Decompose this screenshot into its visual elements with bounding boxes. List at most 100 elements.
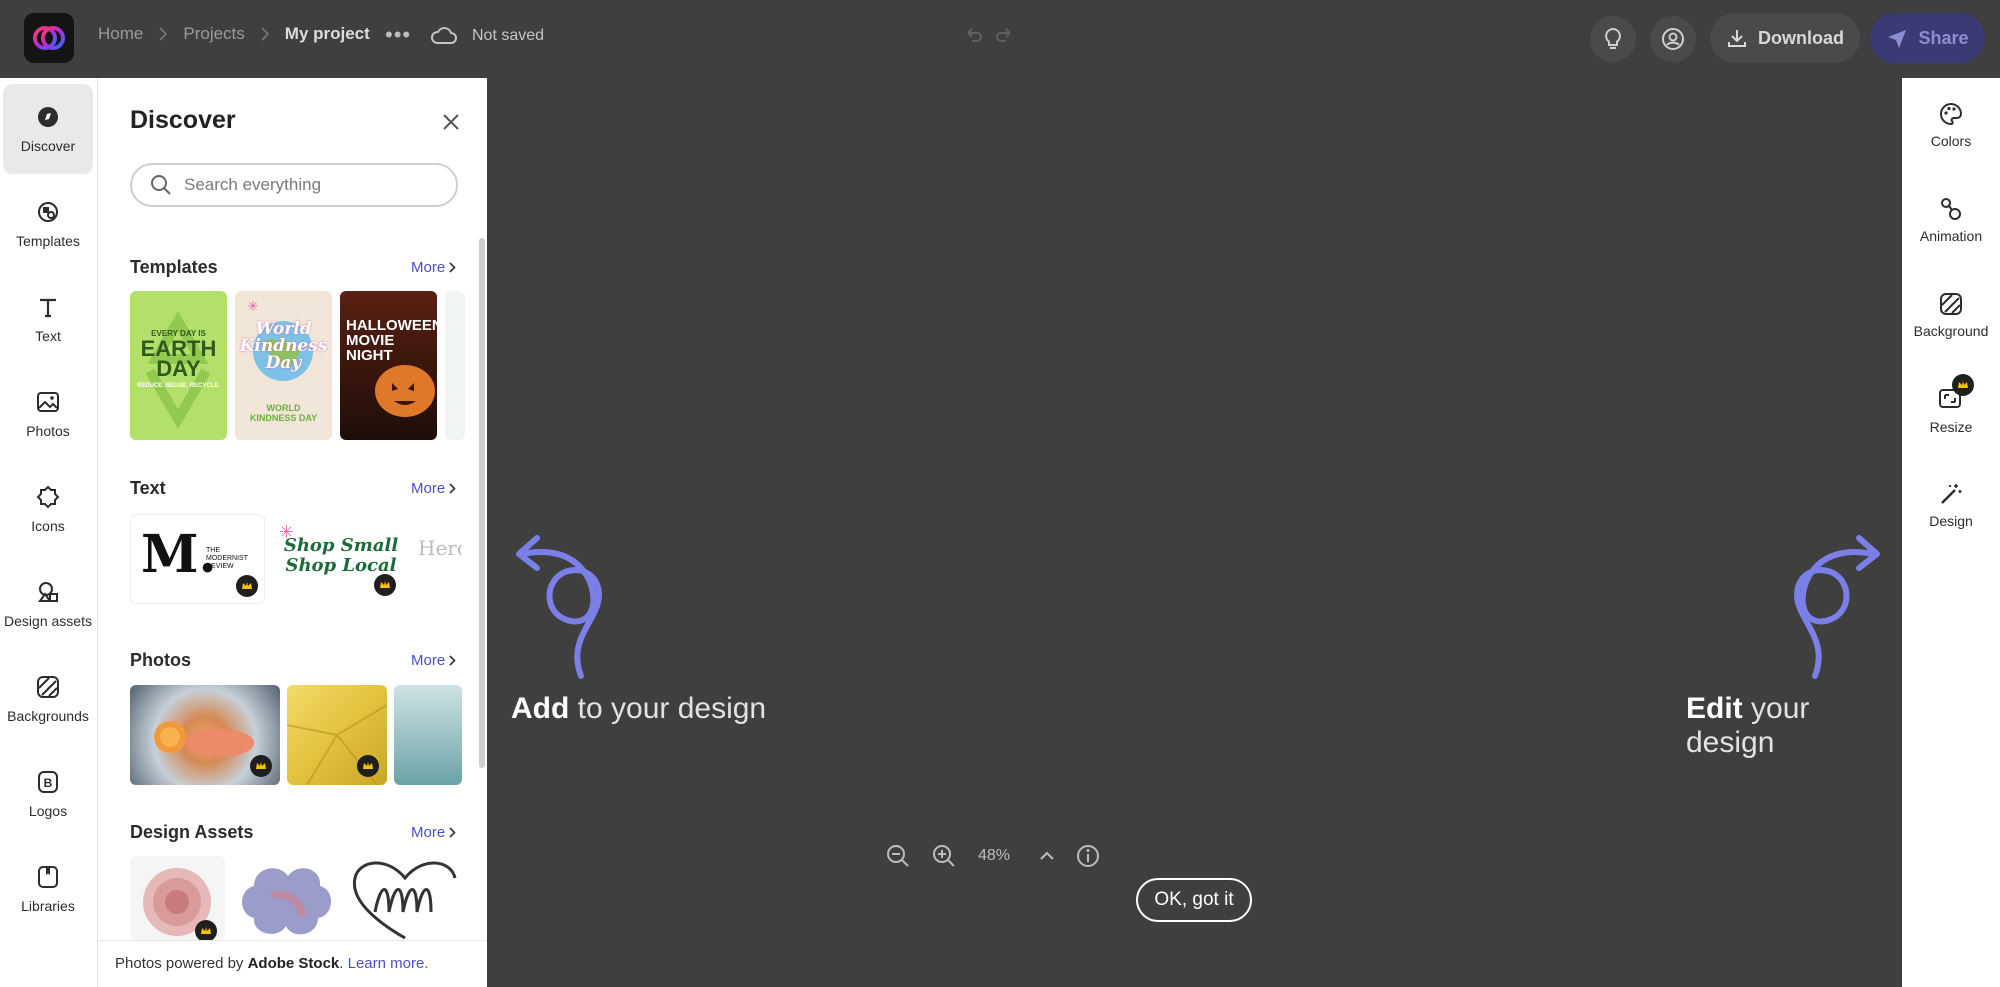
templates-icon (35, 199, 61, 225)
search-input[interactable] (184, 175, 424, 195)
footer-prefix: Photos powered by (115, 955, 248, 972)
text-style-main: Hero (418, 536, 462, 560)
template-text: REDUCE. REUSE. RECYCLE. (136, 383, 220, 389)
more-label: More (411, 652, 446, 669)
asset-heart-line[interactable] (347, 856, 462, 940)
rail-item-text[interactable]: Text (3, 274, 93, 364)
rail-item-label: Backgrounds (7, 708, 89, 724)
creative-cloud-icon (33, 26, 65, 50)
breadcrumb: Home Projects My project (98, 24, 370, 44)
photo-icon (35, 389, 61, 415)
rail-item-colors[interactable]: Colors (1902, 85, 2000, 165)
premium-crown-icon (250, 755, 272, 777)
premium-crown-icon (195, 920, 217, 940)
chevron-right-icon (155, 27, 171, 41)
undo-icon[interactable] (960, 24, 984, 53)
rail-item-label: Photos (26, 423, 70, 439)
app-logo[interactable] (24, 13, 74, 63)
design-assets-more-link[interactable]: More (411, 824, 456, 841)
rail-item-discover[interactable]: Discover (3, 84, 93, 174)
zoom-out-icon[interactable] (886, 844, 910, 868)
zoom-level[interactable]: 48% (978, 847, 1018, 865)
rail-item-design[interactable]: Design (1902, 465, 2000, 545)
save-status: Not saved (472, 27, 545, 44)
rail-item-resize[interactable]: Resize (1902, 370, 2000, 450)
section-title-text: Text (130, 478, 166, 498)
asset-cloud-shape[interactable] (232, 856, 340, 940)
rail-item-icons[interactable]: Icons (3, 464, 93, 554)
curly-arrow-left-icon (516, 535, 602, 679)
template-earth-day[interactable]: EVERY DAY IS EARTH DAY REDUCE. REUSE. RE… (130, 291, 227, 440)
text-style-shop-small[interactable]: ✳ Shop Small Shop Local (271, 514, 406, 604)
template-world-kindness-day[interactable]: ✳ World Kindness Day WORLD KINDNESS DAY (235, 291, 332, 440)
info-icon[interactable] (1076, 844, 1100, 868)
shape-icon (35, 484, 61, 510)
panel-title: Discover (130, 106, 236, 134)
rail-item-templates[interactable]: Templates (3, 179, 93, 269)
photo-partial[interactable] (394, 685, 462, 785)
breadcrumb-current[interactable]: My project (285, 24, 370, 44)
rail-item-label: Icons (31, 518, 65, 534)
template-text: EARTH DAY (140, 336, 217, 381)
learn-more-link[interactable]: Learn more. (348, 955, 429, 972)
zoom-in-icon[interactable] (932, 844, 956, 868)
canvas-area[interactable]: Add to your design Edit your design (487, 78, 1902, 987)
share-label: Share (1918, 27, 1969, 48)
edit-hint-bold: Edit (1686, 692, 1743, 725)
template-halloween-movie-night[interactable]: HALLOWEEN MOVIE NIGHT (340, 291, 437, 440)
share-button[interactable]: Share (1870, 13, 1985, 63)
rail-item-animation[interactable]: Animation (1902, 180, 2000, 260)
ok-got-it-button[interactable]: OK, got it (1136, 878, 1252, 922)
more-options-icon[interactable]: ••• (385, 22, 411, 48)
user-add-icon (1662, 28, 1684, 50)
text-style-small: THE MODERNIST REVIEW (206, 547, 248, 570)
collaborate-button[interactable] (1650, 16, 1696, 62)
text-more-link[interactable]: More (411, 480, 456, 497)
rail-item-photos[interactable]: Photos (3, 369, 93, 459)
template-text: World Kindness Day (239, 319, 328, 373)
breadcrumb-home[interactable]: Home (98, 24, 143, 44)
discover-panel: Discover Templates More EVERY DAY IS EAR… (97, 78, 487, 987)
close-icon[interactable] (441, 112, 463, 134)
asset-flower[interactable] (130, 856, 225, 940)
footer-brand: Adobe Stock (247, 955, 340, 972)
left-rail: Discover Templates Text Photos Icons Des… (0, 78, 97, 987)
rail-item-backgrounds[interactable]: Backgrounds (3, 654, 93, 744)
template-partial[interactable] (445, 291, 465, 440)
premium-crown-icon (1952, 373, 1974, 396)
lightbulb-button[interactable] (1590, 16, 1636, 62)
photos-more-link[interactable]: More (411, 652, 456, 669)
rail-item-background[interactable]: Background (1902, 275, 2000, 355)
heart-illustration (352, 861, 457, 940)
rail-item-label: Discover (20, 138, 76, 154)
download-label: Download (1758, 27, 1844, 48)
rail-item-logos[interactable]: B Logos (3, 749, 93, 839)
text-style-hero[interactable]: Hero (412, 514, 462, 604)
text-style-modernist[interactable]: M. THE MODERNIST REVIEW (130, 514, 265, 604)
rail-item-label: Templates (16, 233, 80, 249)
templates-more-link[interactable]: More (411, 259, 456, 276)
footer-dot: . (339, 955, 344, 972)
rail-item-libraries[interactable]: Libraries (3, 844, 93, 934)
rail-item-label: Colors (1930, 132, 1972, 149)
panel-scrollbar[interactable] (479, 238, 485, 768)
rail-item-label: Design assets (4, 613, 92, 629)
blob-illustration (242, 868, 332, 935)
add-hint: Add to your design (511, 692, 766, 726)
magic-wand-icon (1941, 483, 1962, 504)
breadcrumb-projects[interactable]: Projects (183, 24, 244, 44)
section-title-design-assets: Design Assets (130, 822, 254, 842)
photo-seafood[interactable] (130, 685, 280, 785)
chevron-up-icon[interactable] (1040, 851, 1054, 861)
rail-item-label: Text (35, 328, 61, 344)
rail-item-design-assets[interactable]: Design assets (3, 559, 93, 649)
library-icon (35, 864, 61, 890)
search-box[interactable] (130, 163, 458, 207)
download-button[interactable]: Download (1710, 13, 1860, 63)
lightbulb-icon (1605, 27, 1621, 49)
photo-yellow-paper[interactable] (287, 685, 387, 785)
add-hint-bold: Add (511, 692, 570, 725)
download-icon (1728, 30, 1746, 47)
rail-item-label: Logos (28, 803, 68, 819)
redo-icon[interactable] (994, 24, 1018, 53)
